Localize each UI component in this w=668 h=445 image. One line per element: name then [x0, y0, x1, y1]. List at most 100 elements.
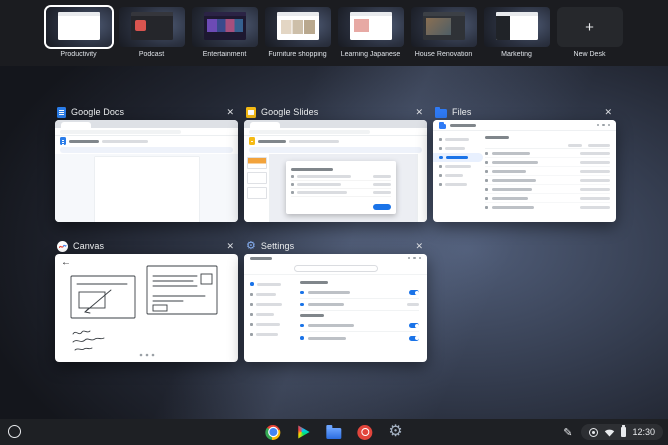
- desk-label: House Renovation: [414, 51, 473, 58]
- settings-search-field: [293, 264, 378, 272]
- battery-icon: [621, 425, 627, 437]
- window-card-canvas[interactable]: Canvas ✕ ←: [55, 238, 238, 362]
- close-window-button[interactable]: ✕: [224, 107, 236, 118]
- window-title: Google Slides: [261, 107, 319, 117]
- files-sidebar: [433, 131, 483, 222]
- desk-thumbnail[interactable]: [337, 7, 404, 47]
- file-row: [485, 158, 610, 167]
- settings-row: [300, 332, 419, 344]
- new-desk-tile[interactable]: +: [556, 7, 623, 47]
- desk-thumbnail[interactable]: [118, 7, 185, 47]
- chrome-icon[interactable]: [265, 424, 281, 440]
- clock: 12:30: [632, 427, 655, 437]
- toggle-on: [409, 323, 419, 328]
- red-app-icon[interactable]: [357, 424, 373, 440]
- browser-urlbar: [244, 128, 427, 136]
- desk-item-furniture-shopping[interactable]: Furniture shopping: [264, 7, 331, 59]
- settings-row: [300, 287, 419, 299]
- window-card-google-docs[interactable]: Google Docs ✕: [55, 104, 238, 222]
- system-tray[interactable]: 12:30: [581, 424, 663, 440]
- window-preview-google-docs[interactable]: [55, 120, 238, 222]
- toggle-on: [409, 335, 419, 341]
- close-window-button[interactable]: ✕: [224, 241, 236, 252]
- shelf: ⚙ ✎ 12:30: [0, 419, 668, 445]
- window-title: Canvas: [73, 241, 105, 251]
- google-docs-icon: [57, 106, 66, 118]
- window-card-settings[interactable]: ⚙ Settings ✕: [244, 238, 427, 362]
- desk-item-podcast[interactable]: Podcast: [118, 7, 185, 59]
- settings-search-row: [244, 262, 427, 274]
- window-header: Google Slides ✕: [244, 104, 427, 120]
- settings-row: [300, 320, 419, 332]
- close-window-button[interactable]: ✕: [602, 107, 614, 118]
- browser-tabstrip: [55, 120, 238, 128]
- close-window-button[interactable]: ✕: [413, 107, 425, 118]
- desk-mini-window: [349, 12, 392, 40]
- document-page: [94, 157, 199, 222]
- desk-thumbnail[interactable]: [191, 7, 258, 47]
- files-app-icon[interactable]: [326, 425, 342, 439]
- screen-capture-icon: [589, 427, 599, 437]
- desk-label: Marketing: [501, 51, 532, 58]
- slides-toolbar: [244, 146, 427, 154]
- plus-icon: +: [585, 18, 594, 36]
- slides-title-row: [244, 136, 427, 146]
- slide-canvas: [270, 154, 417, 222]
- file-row: [485, 149, 610, 158]
- desk-mini-window: [57, 12, 100, 40]
- file-row: [485, 194, 610, 203]
- toggle-on: [409, 290, 419, 295]
- docs-canvas: [55, 154, 238, 222]
- desk-thumbnail[interactable]: [45, 7, 112, 47]
- window-card-files[interactable]: Files ✕: [433, 104, 616, 222]
- desk-label: Podcast: [138, 51, 165, 58]
- wifi-icon: [605, 429, 615, 436]
- launcher-button[interactable]: [8, 425, 21, 438]
- window-preview-files[interactable]: [433, 120, 616, 222]
- window-preview-google-slides[interactable]: [244, 120, 427, 222]
- desk-item-entertainment[interactable]: Entertainment: [191, 7, 258, 59]
- chromeos-overview-screen: Productivity Podcast Entertainment Furni…: [0, 0, 668, 445]
- stylus-icon[interactable]: ✎: [563, 426, 572, 439]
- overview-wallpaper[interactable]: Google Docs ✕ Google Slides ✕ Files ✕ Ca…: [0, 66, 668, 419]
- play-store-icon[interactable]: [298, 425, 310, 439]
- files-list: [483, 131, 616, 222]
- desk-mini-window: [130, 12, 173, 40]
- files-mini-icon: [439, 121, 446, 129]
- desk-item-learning-japanese[interactable]: Learning Japanese: [337, 7, 404, 59]
- window-header: Canvas ✕: [55, 238, 238, 254]
- settings-body: [244, 274, 427, 362]
- window-title: Google Docs: [71, 107, 125, 117]
- files-body: [433, 131, 616, 222]
- desk-item-productivity[interactable]: Productivity: [45, 7, 112, 59]
- desk-mini-window: [495, 12, 538, 40]
- desk-item-house-renovation[interactable]: House Renovation: [410, 7, 477, 59]
- window-preview-settings[interactable]: [244, 254, 427, 362]
- settings-app-icon[interactable]: ⚙: [388, 424, 402, 440]
- shelf-status-area: ✎ 12:30: [563, 419, 663, 445]
- window-title: Files: [452, 107, 472, 117]
- browser-tabstrip: [244, 120, 427, 128]
- google-slides-icon: [246, 106, 256, 118]
- canvas-icon: [57, 240, 68, 252]
- settings-sidebar: [244, 275, 292, 362]
- window-card-google-slides[interactable]: Google Slides ✕: [244, 104, 427, 222]
- desk-label: Productivity: [60, 51, 97, 58]
- desk-mini-window: [276, 12, 319, 40]
- settings-gear-icon: ⚙: [246, 239, 256, 252]
- window-header: Google Docs ✕: [55, 104, 238, 120]
- window-preview-canvas[interactable]: ←: [55, 254, 238, 362]
- file-row: [485, 176, 610, 185]
- file-row: [485, 185, 610, 194]
- slides-side-panel: [417, 154, 427, 222]
- window-controls: [407, 256, 421, 260]
- desk-item-marketing[interactable]: Marketing: [483, 7, 550, 59]
- close-window-button[interactable]: ✕: [413, 241, 425, 252]
- desk-mini-window: [422, 12, 465, 40]
- desk-thumbnail[interactable]: [410, 7, 477, 47]
- slides-mini-icon: [249, 137, 255, 145]
- new-desk-button[interactable]: + New Desk: [556, 7, 623, 59]
- desk-thumbnail[interactable]: [264, 7, 331, 47]
- files-folder-icon: [435, 106, 447, 118]
- desk-thumbnail[interactable]: [483, 7, 550, 47]
